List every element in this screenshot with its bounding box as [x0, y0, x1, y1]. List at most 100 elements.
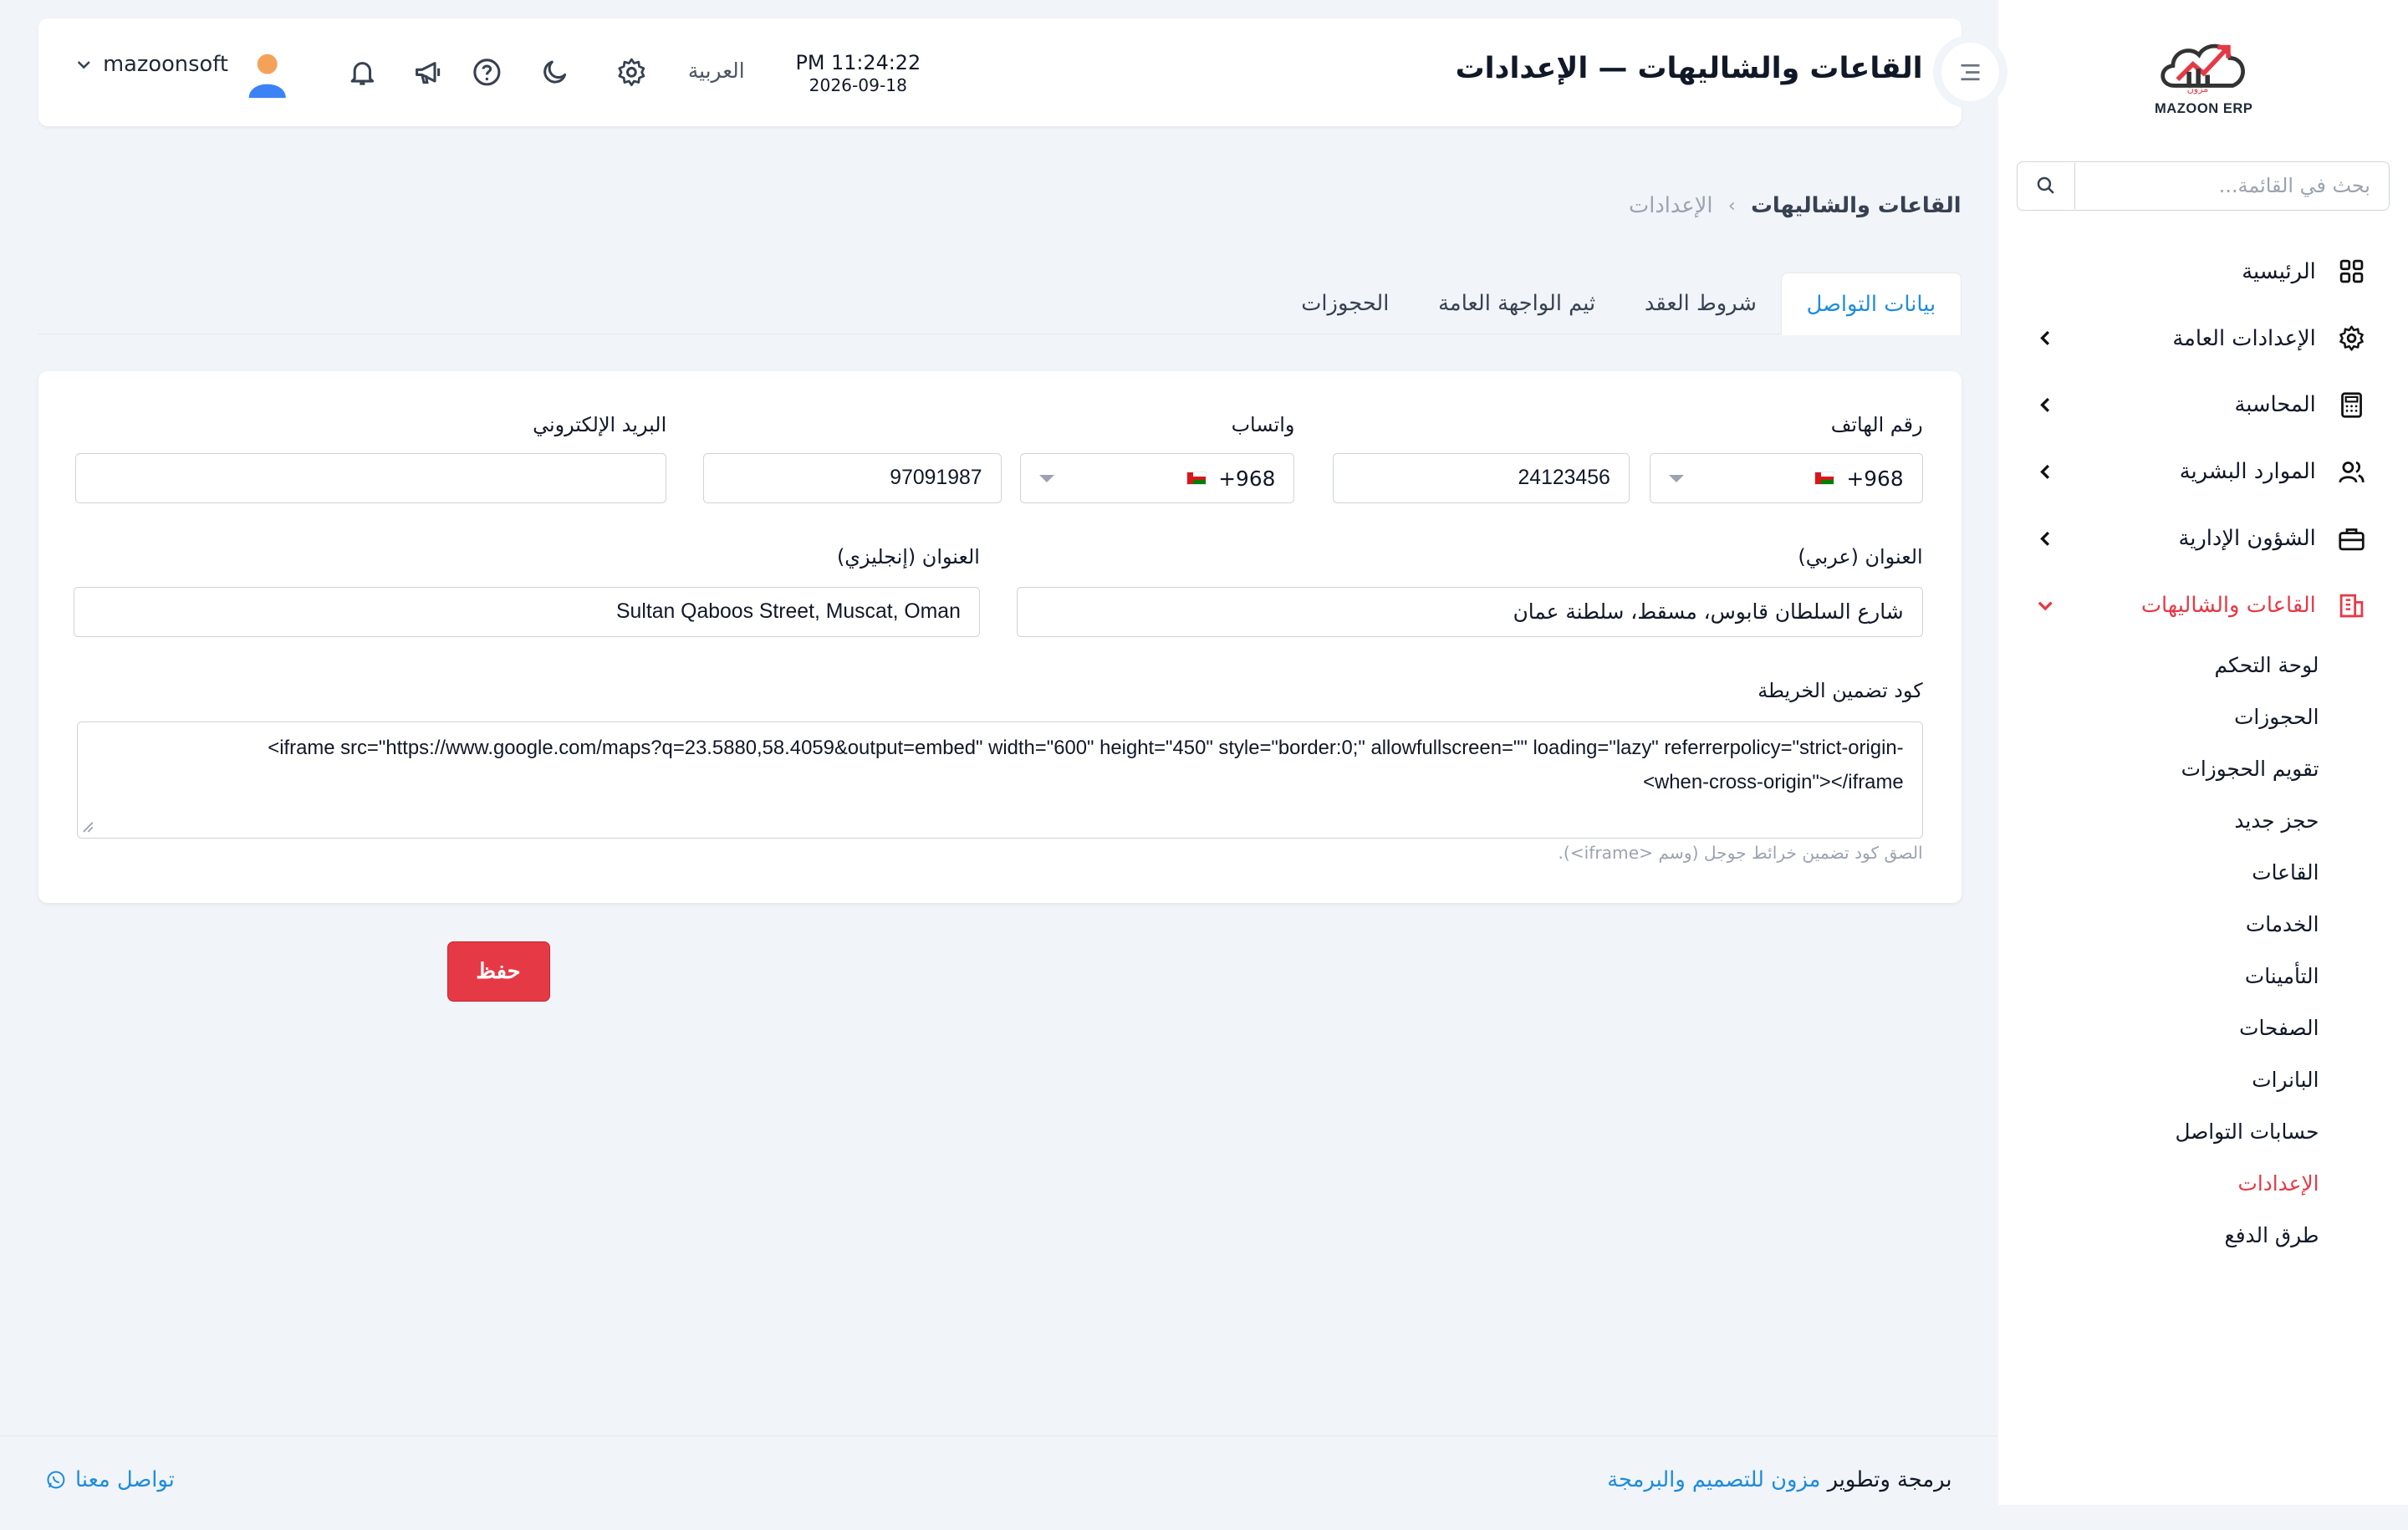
- submenu-item-bookings[interactable]: الحجوزات: [1998, 691, 2319, 742]
- sidebar-item-label: المحاسبة: [2234, 392, 2316, 418]
- gear-icon: [2334, 321, 2368, 354]
- chevron-down-icon: [77, 53, 91, 76]
- sidebar-item-hr[interactable]: الموارد البشرية: [1998, 438, 2408, 505]
- help-button[interactable]: [470, 55, 503, 89]
- submenu-item-social-accounts[interactable]: حسابات التواصل: [1998, 1106, 2319, 1158]
- help-circle-icon: [473, 59, 501, 86]
- tab-public-theme[interactable]: ثيم الواجهة العامة: [1414, 273, 1620, 334]
- sidebar-item-accounting[interactable]: المحاسبة: [1998, 371, 2408, 438]
- sidebar: مزون MAZOON ERP الرئيسية الإعدادات العام…: [1997, 0, 2408, 1505]
- oman-flag-icon: [1186, 471, 1207, 486]
- logo-text: MAZOON ERP: [2155, 99, 2253, 116]
- submenu-item-booking-calendar[interactable]: تقويم الحجوزات: [1998, 742, 2319, 794]
- whatsapp-icon: [47, 1471, 65, 1489]
- submenu-item-pages[interactable]: الصفحات: [1998, 1002, 2319, 1054]
- phone-country-code: +968: [1846, 466, 1904, 491]
- email-input[interactable]: [75, 452, 667, 504]
- moon-icon: [543, 60, 566, 84]
- whatsapp-country-code-select[interactable]: +968: [1019, 452, 1295, 504]
- submenu-item-payment-methods[interactable]: طرق الدفع: [1998, 1210, 2319, 1262]
- tab-contract-terms[interactable]: شروط العقد: [1620, 273, 1782, 334]
- sidebar-item-label: القاعات والشاليهات: [2140, 593, 2316, 619]
- sidebar-search-input[interactable]: [2075, 162, 2389, 209]
- sidebar-item-label: الموارد البشرية: [2179, 459, 2316, 485]
- chevron-left-icon: [2035, 395, 2057, 416]
- submenu-item-halls[interactable]: القاعات: [1998, 846, 2319, 898]
- users-icon: [2334, 455, 2368, 488]
- map-embed-line-1: <iframe src="https://www.google.com/maps…: [268, 737, 1904, 760]
- tab-bookings[interactable]: الحجوزات: [1277, 273, 1414, 334]
- footer-credit-link[interactable]: مزون للتصميم والبرمجة: [1607, 1467, 1820, 1492]
- contact-info-card: رقم الهاتف واتساب البريد الإلكتروني +968…: [38, 371, 1962, 903]
- sidebar-item-label: الشؤون الإدارية: [2178, 526, 2316, 552]
- clock-date: 2026-09-18: [809, 74, 907, 95]
- contact-us-link[interactable]: تواصل معنا: [46, 1467, 175, 1492]
- chevron-down-icon: [2035, 594, 2057, 616]
- grid-icon: [2334, 254, 2368, 288]
- submenu-item-banners[interactable]: البانرات: [1998, 1054, 2319, 1106]
- logo-small-text: مزون: [2187, 84, 2208, 94]
- search-button[interactable]: [2018, 162, 2076, 209]
- breadcrumb-separator: ›: [1727, 195, 1736, 217]
- sidebar-menu: الرئيسية الإعدادات العامة المحاسبة الموا…: [1998, 238, 2408, 1262]
- caret-down-icon: [1038, 474, 1054, 482]
- avatar[interactable]: [246, 52, 288, 99]
- phone-input[interactable]: 24123456: [1333, 452, 1630, 504]
- megaphone-icon: [416, 62, 441, 84]
- tab-contact-info[interactable]: بيانات التواصل: [1781, 272, 1962, 336]
- sidebar-item-label: الرئيسية: [2242, 258, 2316, 284]
- sidebar-item-home[interactable]: الرئيسية: [1998, 238, 2408, 305]
- contact-us-label: تواصل معنا: [75, 1467, 175, 1493]
- phone-country-code-select[interactable]: +968: [1649, 452, 1923, 504]
- footer-credit-prefix: برمجة وتطوير: [1827, 1467, 1952, 1493]
- resize-handle-icon[interactable]: [82, 821, 94, 834]
- sidebar-toggle-button[interactable]: [1933, 35, 2008, 110]
- phone-label: رقم الهاتف: [1830, 413, 1923, 437]
- clock: PM 11:24:22 2026-09-18: [795, 51, 921, 95]
- submenu-item-services[interactable]: الخدمات: [1998, 898, 2319, 950]
- footer: برمجة وتطوير مزون للتصميم والبرمجة تواصل…: [0, 1436, 1998, 1530]
- logo-cloud-icon: مزون: [2161, 44, 2246, 94]
- address-en-input[interactable]: Sultan Qaboos Street, Muscat, Oman: [74, 586, 980, 638]
- map-embed-hint: الصق كود تضمين خرائط جوجل (وسم <iframe>)…: [1558, 843, 1923, 864]
- submenu-item-dashboard[interactable]: لوحة التحكم: [1998, 639, 2319, 691]
- top-header: القاعات والشاليهات — الإعدادات PM 11:24:…: [38, 18, 2008, 126]
- language-switcher[interactable]: العربية: [688, 59, 745, 83]
- map-embed-textarea[interactable]: <iframe src="https://www.google.com/maps…: [76, 722, 1923, 839]
- whatsapp-input[interactable]: 97091987: [703, 452, 1002, 504]
- breadcrumb-current[interactable]: القاعات والشاليهات: [1751, 193, 1961, 218]
- whatsapp-country-code: +968: [1218, 466, 1276, 491]
- settings-button[interactable]: [615, 55, 648, 89]
- sidebar-submenu: لوحة التحكم الحجوزات تقويم الحجوزات حجز …: [1998, 639, 2408, 1262]
- calculator-icon: [2334, 388, 2368, 421]
- submenu-item-new-booking[interactable]: حجز جديد: [1998, 794, 2319, 846]
- gear-icon: [618, 58, 645, 86]
- save-button[interactable]: حفظ: [446, 941, 550, 1002]
- page-title: القاعات والشاليهات — الإعدادات: [1455, 52, 1923, 86]
- sidebar-item-general-settings[interactable]: الإعدادات العامة: [1998, 305, 2408, 372]
- sidebar-item-admin-affairs[interactable]: الشؤون الإدارية: [1998, 505, 2408, 572]
- announcements-button[interactable]: [411, 55, 445, 89]
- brand-logo[interactable]: مزون MAZOON ERP: [2104, 33, 2303, 116]
- building-icon: [2334, 589, 2368, 622]
- sidebar-search: [2016, 161, 2390, 211]
- briefcase-icon: [2334, 522, 2368, 555]
- submenu-item-settings[interactable]: الإعدادات: [1998, 1158, 2319, 1210]
- user-menu[interactable]: mazoonsoft: [77, 52, 228, 77]
- caret-down-icon: [1668, 474, 1684, 482]
- chevron-left-icon: [2035, 461, 2057, 482]
- username: mazoonsoft: [103, 52, 228, 78]
- dark-mode-toggle[interactable]: [538, 55, 571, 89]
- sidebar-item-halls-chalets[interactable]: القاعات والشاليهات: [1998, 572, 2408, 639]
- breadcrumb: القاعات والشاليهات › الإعدادات: [1629, 193, 1962, 218]
- notifications-button[interactable]: [345, 55, 379, 89]
- chevron-left-icon: [2035, 328, 2057, 349]
- submenu-item-deposits[interactable]: التأمينات: [1998, 951, 2319, 1002]
- address-ar-input[interactable]: شارع السلطان قابوس، مسقط، سلطنة عمان: [1016, 586, 1923, 638]
- clock-time: PM 11:24:22: [795, 51, 921, 75]
- address-ar-label: العنوان (عربي): [1798, 545, 1923, 569]
- user-avatar-icon: [248, 54, 286, 99]
- email-label: البريد الإلكتروني: [533, 413, 667, 437]
- address-en-label: العنوان (إنجليزي): [836, 545, 980, 569]
- chevron-left-icon: [2035, 528, 2057, 549]
